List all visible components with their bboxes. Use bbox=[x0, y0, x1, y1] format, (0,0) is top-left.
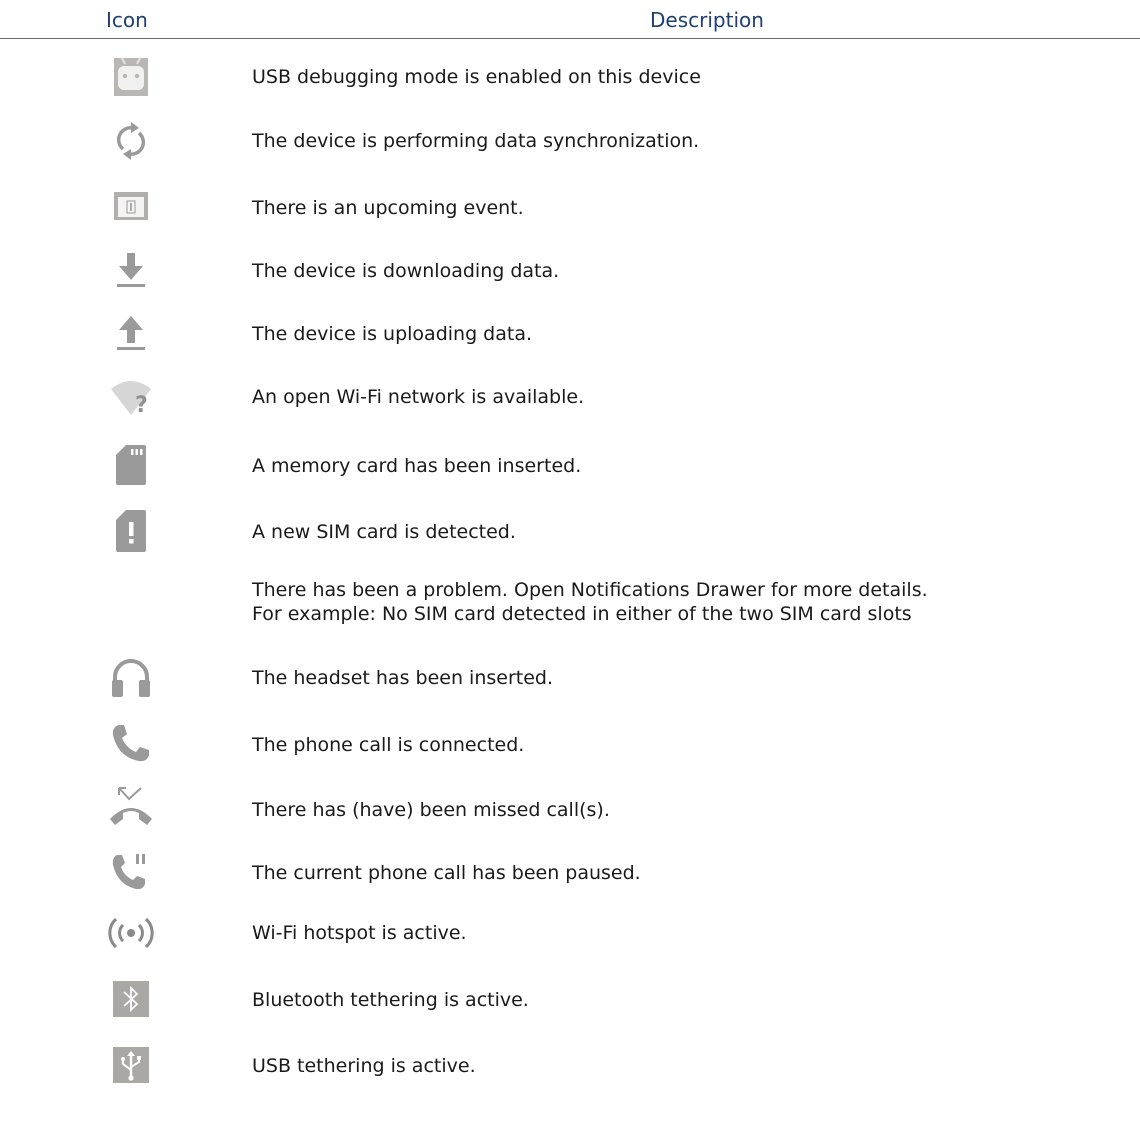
row-description: Bluetooth tethering is active. bbox=[252, 989, 529, 1011]
sync-icon bbox=[98, 110, 164, 172]
row-description: The device is performing data synchroniz… bbox=[252, 130, 700, 152]
row-description: The phone call is connected. bbox=[252, 734, 525, 756]
calendar-event-icon bbox=[98, 175, 164, 237]
row-description: A new SIM card is detected. bbox=[252, 521, 516, 543]
sim-card-alert-icon bbox=[98, 500, 164, 562]
row-description: An open Wi-Fi network is available. bbox=[252, 386, 585, 408]
usb-debugging-icon bbox=[98, 46, 164, 108]
row-description: The current phone call has been paused. bbox=[252, 862, 641, 884]
memory-card-icon bbox=[98, 434, 164, 496]
open-wifi-icon: ? bbox=[98, 366, 164, 428]
call-paused-icon bbox=[98, 840, 164, 902]
row-description: The device is downloading data. bbox=[252, 260, 560, 282]
usb-tethering-icon bbox=[98, 1034, 164, 1096]
row-description: For example: No SIM card detected in eit… bbox=[252, 603, 912, 625]
row-description: USB debugging mode is enabled on this de… bbox=[252, 66, 701, 88]
table-header: Icon Description bbox=[0, 0, 1140, 39]
row-description: A memory card has been inserted. bbox=[252, 455, 582, 477]
description-column-header: Description bbox=[650, 8, 764, 32]
row-description: USB tethering is active. bbox=[252, 1055, 476, 1077]
row-description: Wi-Fi hotspot is active. bbox=[252, 922, 467, 944]
upload-icon bbox=[98, 301, 164, 363]
missed-call-icon bbox=[98, 776, 164, 838]
row-description: The headset has been inserted. bbox=[252, 667, 553, 689]
wifi-hotspot-icon bbox=[98, 902, 164, 964]
row-description: There has (have) been missed call(s). bbox=[252, 799, 610, 821]
phone-call-icon bbox=[98, 712, 164, 774]
icon-column-header: Icon bbox=[106, 8, 148, 32]
row-description: The device is uploading data. bbox=[252, 323, 533, 345]
svg-text:?: ? bbox=[135, 393, 148, 417]
bluetooth-tethering-icon bbox=[98, 968, 164, 1030]
row-description: There has been a problem. Open Notificat… bbox=[252, 579, 928, 601]
headset-icon bbox=[98, 646, 164, 708]
row-description: There is an upcoming event. bbox=[252, 197, 524, 219]
download-icon bbox=[98, 238, 164, 300]
